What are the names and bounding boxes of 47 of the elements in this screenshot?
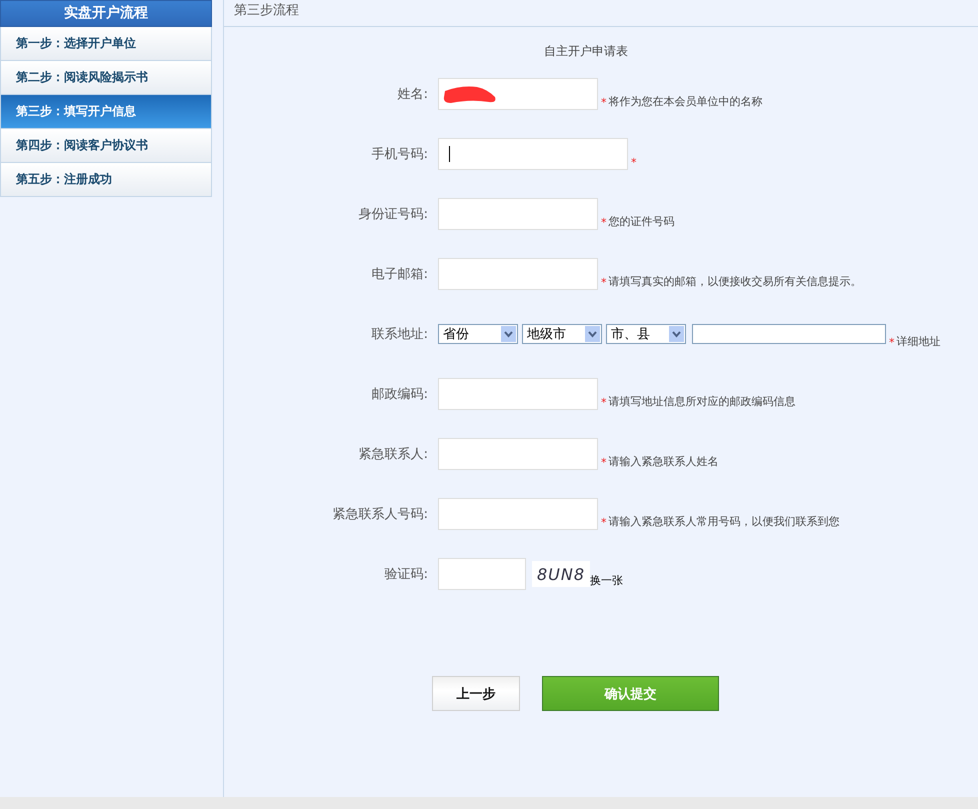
back-button[interactable]: 上一步 (432, 676, 520, 711)
text-input-field[interactable] (438, 198, 598, 230)
captcha-input-field[interactable] (438, 558, 526, 590)
section-header: 第三步流程 (224, 0, 978, 27)
field-label: 姓名: (396, 86, 429, 103)
required-asterisk: * (889, 336, 894, 349)
form-title: 自主开户申请表 (543, 43, 629, 60)
text-input-field[interactable] (438, 498, 598, 530)
field-hint: 请填写真实的邮箱，以便接收交易所有关信息提示。 (608, 274, 862, 289)
refresh-captcha-link[interactable]: 换一张 (590, 573, 623, 588)
field-label: 联系地址: (370, 326, 429, 343)
required-asterisk: * (601, 216, 606, 229)
field-label: 紧急联系人号码: (332, 506, 429, 523)
dropdown-select[interactable]: 地级市 (522, 324, 602, 344)
text-input-field[interactable] (438, 78, 598, 110)
text-input-field[interactable] (438, 138, 628, 170)
dropdown-select[interactable]: 省份 (438, 324, 518, 344)
text-input-field[interactable] (438, 378, 598, 410)
field-hint: 请输入紧急联系人姓名 (608, 454, 718, 469)
required-asterisk: * (601, 96, 606, 109)
captcha-image: 8UN8 (532, 561, 590, 587)
required-asterisk: * (601, 276, 606, 289)
step-item[interactable]: 第三步：填写开户信息 (0, 95, 212, 129)
step-item[interactable]: 第二步：阅读风险揭示书 (0, 61, 212, 95)
field-hint: 详细地址 (896, 334, 940, 349)
sidebar-title: 实盘开户流程 (0, 0, 212, 27)
field-label: 紧急联系人: (358, 446, 429, 463)
step-item[interactable]: 第五步：注册成功 (0, 163, 212, 197)
field-label: 邮政编码: (370, 386, 429, 403)
dropdown-select[interactable]: 市、县 (606, 324, 686, 344)
field-hint: 请填写地址信息所对应的邮政编码信息 (608, 394, 796, 409)
field-hint: 您的证件号码 (608, 214, 674, 229)
required-asterisk: * (631, 156, 636, 169)
field-hint: 将作为您在本会员单位中的名称 (608, 94, 762, 109)
step-item[interactable]: 第四步：阅读客户协议书 (0, 129, 212, 163)
field-label: 手机号码: (370, 146, 429, 163)
field-label: 验证码: (384, 566, 429, 583)
address-input-field[interactable] (692, 324, 886, 344)
field-hint: 请输入紧急联系人常用号码，以便我们联系到您 (608, 514, 840, 529)
required-asterisk: * (601, 456, 606, 469)
field-label: 电子邮箱: (370, 266, 429, 283)
required-asterisk: * (601, 516, 606, 529)
step-item[interactable]: 第一步：选择开户单位 (0, 27, 212, 61)
text-input-field[interactable] (438, 438, 598, 470)
required-asterisk: * (601, 396, 606, 409)
text-input-field[interactable] (438, 258, 598, 290)
field-label: 身份证号码: (358, 206, 429, 223)
